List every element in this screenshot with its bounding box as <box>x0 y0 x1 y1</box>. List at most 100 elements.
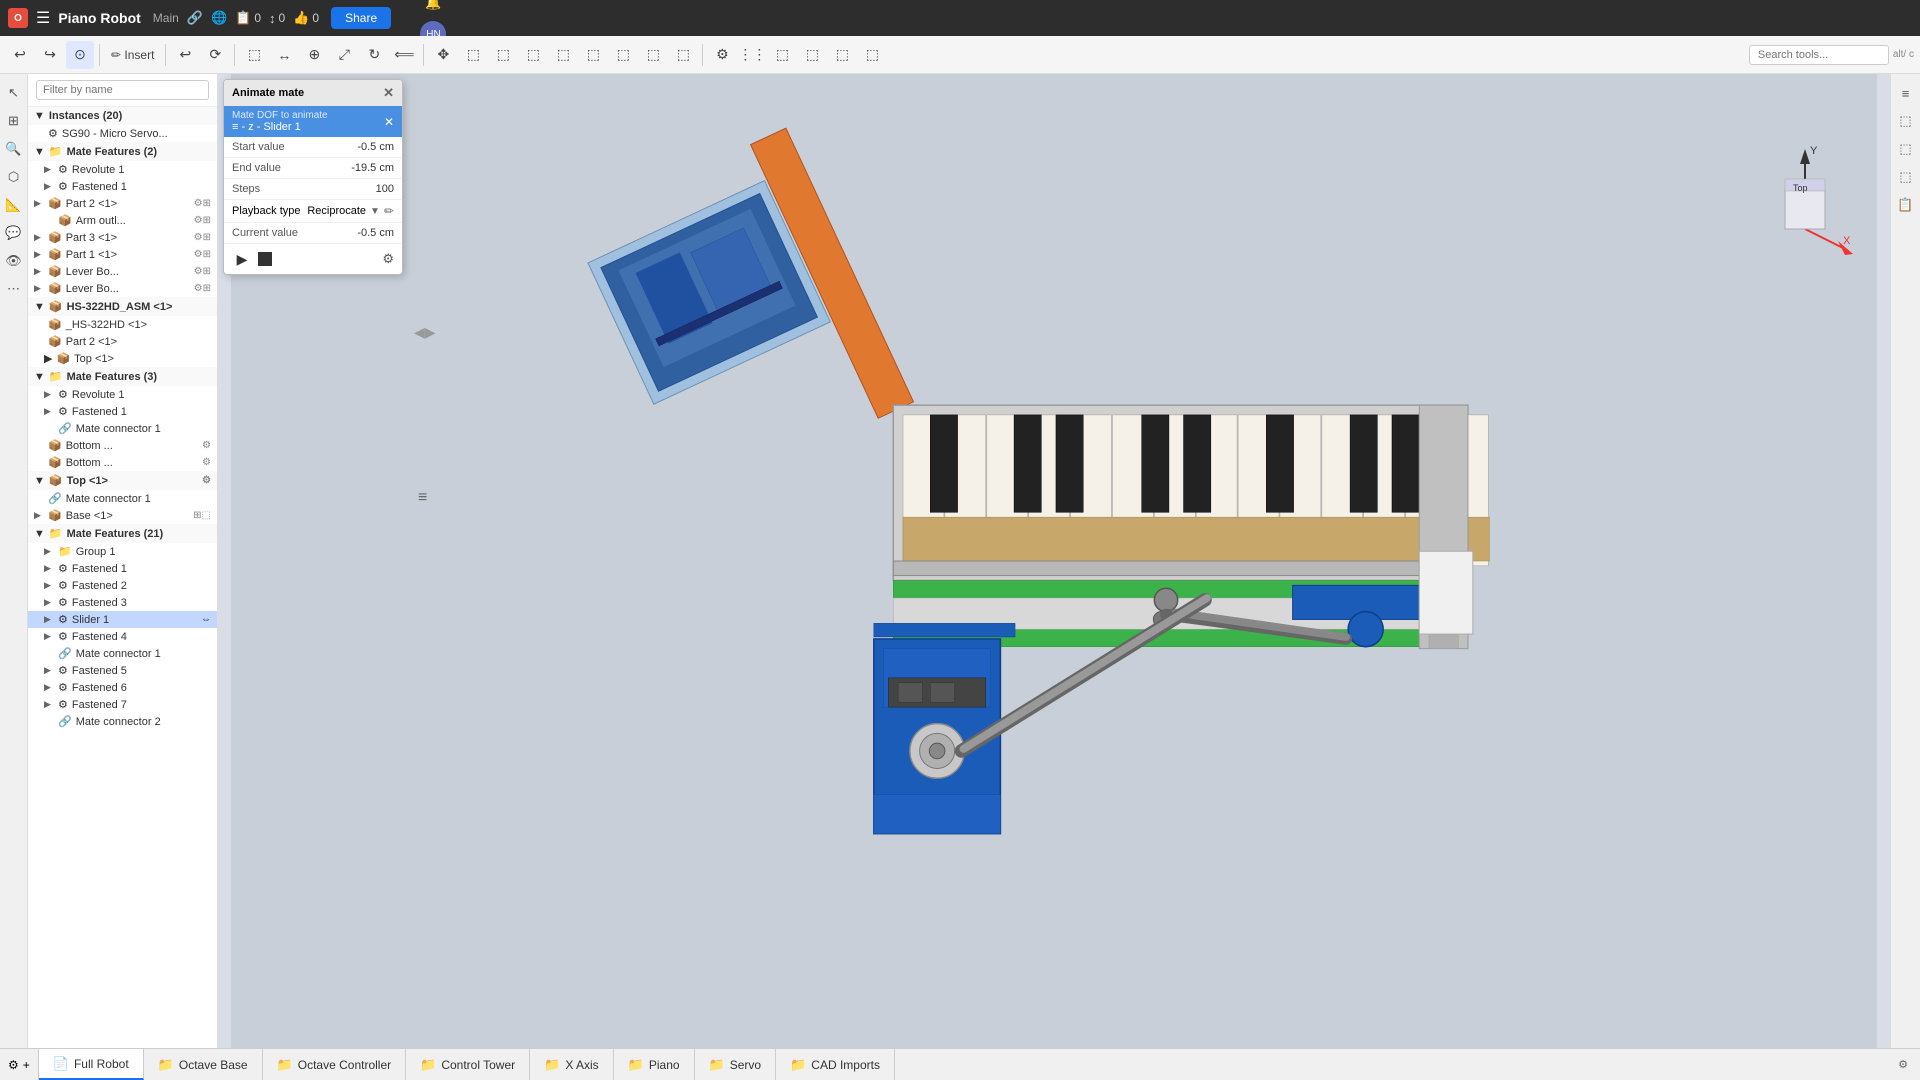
toolbar-btn-11[interactable]: ⬚ <box>489 41 517 69</box>
toolbar-btn-15[interactable]: ⬚ <box>609 41 637 69</box>
item-hs322hd-inner[interactable]: 📦 _HS-322HD <1> <box>28 316 217 333</box>
toolbar-btn-16[interactable]: ⬚ <box>639 41 667 69</box>
animate-close-button[interactable]: ✕ <box>383 85 394 101</box>
item-fastened-5[interactable]: ▶ ⚙ Fastened 5 <box>28 662 217 679</box>
item-part1-1[interactable]: ▶ 📦 Part 1 <1> ⚙⊞ <box>28 246 217 263</box>
toolbar-btn-8[interactable]: ⟸ <box>390 41 418 69</box>
toolbar-btn-7[interactable]: ↻ <box>360 41 388 69</box>
item-arm-outl[interactable]: 📦 Arm outl... ⚙⊞ <box>28 212 217 229</box>
toolbar-btn-18[interactable]: ⚙ <box>708 41 736 69</box>
toolbar-btn-21[interactable]: ⬚ <box>798 41 826 69</box>
item-mate-connector-1c[interactable]: 🔗 Mate connector 1 <box>28 645 217 662</box>
item-fastened-1d[interactable]: ▶ ⚙ Fastened 1 <box>28 560 217 577</box>
item-part3-1[interactable]: ▶ 📦 Part 3 <1> ⚙⊞ <box>28 229 217 246</box>
right-icon-display[interactable]: ⬚ <box>1895 166 1917 188</box>
left-icon-comment[interactable]: 💬 <box>3 222 25 244</box>
left-icon-eye[interactable]: 👁 <box>3 250 25 272</box>
item-bottom-1[interactable]: 📦 Bottom ... ⚙ <box>28 437 217 454</box>
toolbar-back[interactable]: ↩ <box>6 41 34 69</box>
left-icon-measure[interactable]: 📐 <box>3 194 25 216</box>
play-button[interactable]: ▶ <box>232 249 252 269</box>
item-slider-1[interactable]: ▶ ⚙ Slider 1 ⇔ <box>28 611 217 628</box>
tab-cad-imports[interactable]: 📁 CAD Imports <box>776 1049 895 1080</box>
item-fastened-6[interactable]: ▶ ⚙ Fastened 6 <box>28 679 217 696</box>
item-group-1[interactable]: ▶ 📁 Group 1 <box>28 543 217 560</box>
globe-icon[interactable]: 🌐 <box>211 10 227 26</box>
dof-close-button[interactable]: ✕ <box>384 115 394 129</box>
toolbar-home[interactable]: ⊙ <box>66 41 94 69</box>
toolbar-btn-17[interactable]: ⬚ <box>669 41 697 69</box>
left-icon-cursor[interactable]: ↖ <box>3 82 25 104</box>
item-fastened-2[interactable]: ▶ ⚙ Fastened 2 <box>28 577 217 594</box>
item-lever-bo-2[interactable]: ▶ 📦 Lever Bo... ⚙⊞ <box>28 280 217 297</box>
toolbar-btn-6[interactable]: ⤢ <box>330 41 358 69</box>
item-bottom-2[interactable]: 📦 Bottom ... ⚙ <box>28 454 217 471</box>
item-base-1[interactable]: ▶ 📦 Base <1> ⊞⬚ <box>28 507 217 524</box>
playback-chevron[interactable]: ▼ <box>370 206 380 217</box>
instances-header[interactable]: ▼ Instances (20) <box>28 107 217 125</box>
toolbar-btn-23[interactable]: ⬚ <box>858 41 886 69</box>
toolbar-btn-10[interactable]: ⬚ <box>459 41 487 69</box>
toolbar-btn-14[interactable]: ⬚ <box>579 41 607 69</box>
filter-input[interactable] <box>36 80 209 100</box>
mate-features-2-header[interactable]: ▼ 📁 Mate Features (2) <box>28 142 217 161</box>
toolbar-btn-2[interactable]: ⟳ <box>201 41 229 69</box>
left-icon-3d[interactable]: ⬡ <box>3 166 25 188</box>
item-mate-connector-1a[interactable]: 🔗 Mate connector 1 <box>28 420 217 437</box>
search-input[interactable] <box>1749 45 1889 65</box>
toolbar-btn-12[interactable]: ⬚ <box>519 41 547 69</box>
toolbar-btn-1[interactable]: ↩ <box>171 41 199 69</box>
toolbar-btn-20[interactable]: ⬚ <box>768 41 796 69</box>
toolbar-btn-19[interactable]: ⋮⋮ <box>738 41 766 69</box>
tab-piano[interactable]: 📁 Piano <box>614 1049 695 1080</box>
tab-servo[interactable]: 📁 Servo <box>695 1049 777 1080</box>
toolbar-forward[interactable]: ↪ <box>36 41 64 69</box>
link-icon[interactable]: 🔗 <box>187 10 203 26</box>
toolbar-insert[interactable]: ✏ Insert <box>105 41 160 69</box>
item-revolute-1b[interactable]: ▶ ⚙ Revolute 1 <box>28 386 217 403</box>
item-part2-1[interactable]: ▶ 📦 Part 2 <1> ⚙⊞ <box>28 195 217 212</box>
menu-icon[interactable]: ☰ <box>36 8 50 28</box>
mate-features-3-header[interactable]: ▼ 📁 Mate Features (3) <box>28 367 217 386</box>
right-icon-filter[interactable]: ≡ <box>1895 82 1917 104</box>
item-revolute-1[interactable]: ▶ ⚙ Revolute 1 <box>28 161 217 178</box>
item-fastened-3[interactable]: ▶ ⚙ Fastened 3 <box>28 594 217 611</box>
stop-button[interactable] <box>258 252 272 266</box>
status-settings[interactable]: ⚙ + <box>0 1049 39 1080</box>
playback-edit-icon[interactable]: ✏ <box>384 204 394 218</box>
animate-dialog-header[interactable]: Animate mate ✕ <box>224 80 402 106</box>
mate-features-21-header[interactable]: ▼ 📁 Mate Features (21) <box>28 524 217 543</box>
left-icon-search[interactable]: 🔍 <box>3 138 25 160</box>
item-top-1[interactable]: ▶ 📦 Top <1> <box>28 350 217 367</box>
tab-octave-controller[interactable]: 📁 Octave Controller <box>263 1049 407 1080</box>
item-lever-bo-1[interactable]: ▶ 📦 Lever Bo... ⚙⊞ <box>28 263 217 280</box>
toolbar-btn-13[interactable]: ⬚ <box>549 41 577 69</box>
right-icon-layers[interactable]: ⬚ <box>1895 110 1917 132</box>
item-fastened-1a[interactable]: ▶ ⚙ Fastened 1 <box>28 178 217 195</box>
notification-icon[interactable]: 🔔 <box>425 0 441 11</box>
tab-control-tower[interactable]: 📁 Control Tower <box>406 1049 530 1080</box>
tab-full-robot[interactable]: 📄 Full Robot <box>39 1049 144 1080</box>
counter-thumbs[interactable]: 👍0 <box>293 10 319 26</box>
item-fastened-4[interactable]: ▶ ⚙ Fastened 4 <box>28 628 217 645</box>
toolbar-btn-5[interactable]: ⊕ <box>300 41 328 69</box>
settings-icon[interactable]: ⚙ <box>382 251 394 267</box>
hs322-header[interactable]: ▼ 📦 HS-322HD_ASM <1> <box>28 297 217 316</box>
resize-handle[interactable]: ◀▶ <box>414 324 436 341</box>
right-icon-properties[interactable]: ⬚ <box>1895 138 1917 160</box>
item-sg90[interactable]: ⚙ SG90 - Micro Servo... <box>28 125 217 142</box>
top-1b-header[interactable]: ▼ 📦 Top <1> ⚙ <box>28 471 217 490</box>
item-fastened-1c[interactable]: ▶ ⚙ Fastened 1 <box>28 403 217 420</box>
left-icon-more[interactable]: ⋯ <box>3 278 25 300</box>
playback-select[interactable]: Reciprocate ▼ ✏ <box>307 204 394 218</box>
item-mate-connector-1b[interactable]: 🔗 Mate connector 1 <box>28 490 217 507</box>
list-icon[interactable]: ≡ <box>418 489 427 507</box>
toolbar-btn-22[interactable]: ⬚ <box>828 41 856 69</box>
item-mate-connector-2[interactable]: 🔗 Mate connector 2 <box>28 713 217 730</box>
right-icon-notes[interactable]: 📋 <box>1895 194 1917 216</box>
counter-clipboard[interactable]: 📋0 <box>235 10 261 26</box>
tab-octave-base[interactable]: 📁 Octave Base <box>144 1049 263 1080</box>
counter-arrows[interactable]: ↕0 <box>269 11 285 26</box>
tab-x-axis[interactable]: 📁 X Axis <box>530 1049 614 1080</box>
item-fastened-7[interactable]: ▶ ⚙ Fastened 7 <box>28 696 217 713</box>
